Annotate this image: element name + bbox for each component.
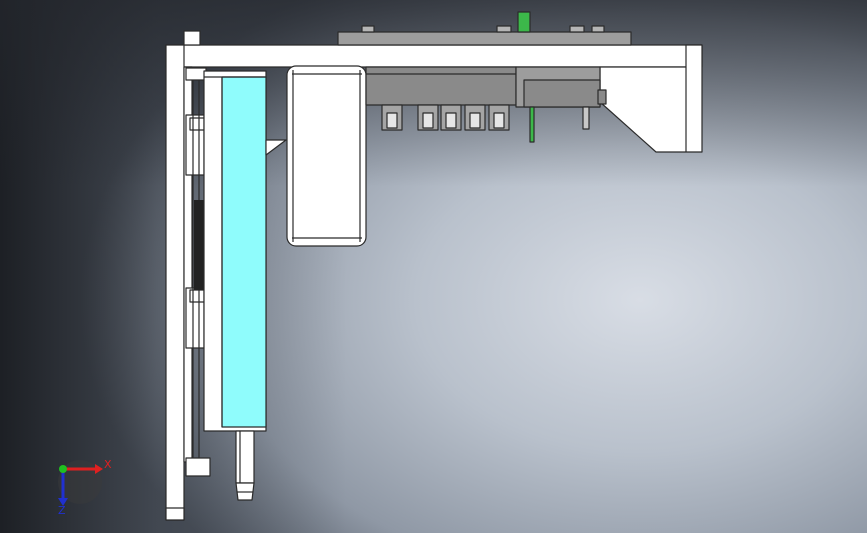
green-connector <box>517 11 531 33</box>
rail-dark-gap <box>194 200 204 290</box>
slide-cyan-cover <box>221 76 267 428</box>
cad-model-view[interactable] <box>0 0 867 533</box>
fitting-4-slot <box>469 112 481 129</box>
fitting-3-slot <box>445 112 457 129</box>
rail-clip-top <box>185 67 207 81</box>
bolt-3 <box>569 25 585 33</box>
green-pin <box>529 106 535 143</box>
fitting-1-slot <box>386 112 398 129</box>
vertical-plate-foot <box>165 507 185 521</box>
rail-bracket-top-tab <box>189 117 205 131</box>
rail-bracket-mid-tab <box>189 289 205 303</box>
bolt-4 <box>591 25 605 33</box>
piston-rod <box>235 430 255 484</box>
valve-block-inner <box>523 79 601 108</box>
fitting-5-slot <box>493 112 505 129</box>
top-grey-plate <box>337 31 632 46</box>
slide-chamfer <box>265 139 287 156</box>
rail-clip-bottom <box>185 457 211 477</box>
bolt-1 <box>361 25 375 33</box>
motor-housing <box>286 65 367 247</box>
small-screw <box>582 106 590 130</box>
fitting-2-slot <box>422 112 434 129</box>
manifold-block <box>365 66 517 106</box>
top-beam <box>165 44 703 68</box>
bolt-2 <box>496 25 512 33</box>
valve-cap <box>597 89 607 105</box>
plate-top-tab <box>183 30 201 46</box>
vertical-plate <box>165 44 185 521</box>
